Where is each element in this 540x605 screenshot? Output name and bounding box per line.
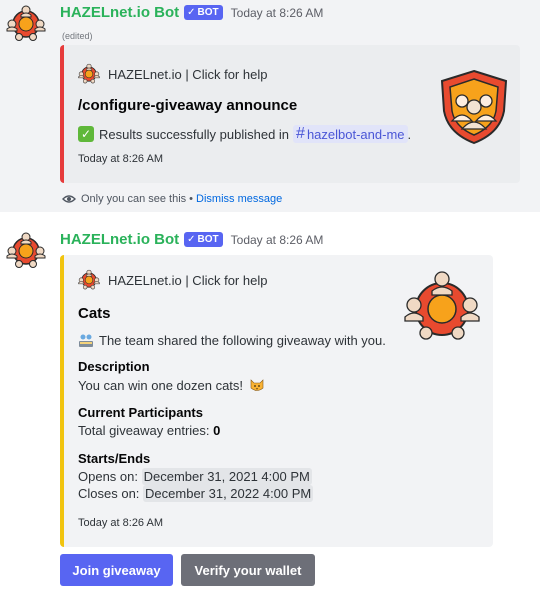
author-icon [78, 269, 100, 291]
opens-date[interactable]: December 31, 2021 4:00 PM [141, 468, 312, 485]
field-value-text: Total giveaway entries: [78, 423, 210, 438]
channel-mention[interactable]: # hazelbot-and-me [293, 125, 408, 143]
channel-mention-label: hazelbot-and-me [306, 126, 405, 142]
embed-description: The team shared the following giveaway w… [78, 332, 386, 348]
field-starts-ends: Starts/Ends Opens on: December 31, 2021 … [78, 451, 314, 502]
field-name: Description [78, 359, 150, 374]
field-name: Starts/Ends [78, 451, 151, 466]
message-header: HAZELnet.io Bot ✓ BOT Today at 8:26 AM [60, 4, 323, 21]
eye-icon [62, 195, 76, 203]
embed-author-name: HAZELnet.io | Click for help [108, 66, 268, 82]
bot-avatar[interactable] [6, 231, 46, 271]
closes-date[interactable]: December 31, 2022 4:00 PM [143, 485, 314, 502]
closes-row: Closes on: December 31, 2022 4:00 PM [78, 485, 314, 502]
message-configure-announce: HAZELnet.io Bot ✓ BOT Today at 8:26 AM (e… [0, 0, 540, 212]
message-timestamp: Today at 8:26 AM [230, 232, 324, 247]
shield-people-icon [440, 69, 508, 145]
embed-footer-timestamp: Today at 8:26 AM [78, 517, 163, 529]
message-timestamp: Today at 8:26 AM [230, 5, 324, 20]
opens-label: Opens on: [78, 469, 138, 484]
dismiss-message-link[interactable]: Dismiss message [196, 193, 282, 205]
ephemeral-text: Only you can see this [81, 193, 187, 205]
field-description: Description You can win one dozen cats! [78, 359, 265, 393]
description-text: The team shared the following giveaway w… [99, 332, 386, 348]
bot-username[interactable]: HAZELnet.io Bot [60, 231, 179, 248]
embed-title: /configure-giveaway announce [78, 97, 298, 114]
embed-configure-announce: HAZELnet.io | Click for help /configure-… [60, 45, 520, 183]
message-header: HAZELnet.io Bot ✓ BOT Today at 8:26 AM [60, 231, 323, 248]
action-buttons: Join giveaway Verify your wallet [60, 554, 323, 586]
bot-avatar[interactable] [6, 4, 46, 44]
embed-description: ✓ Results successfully published in # haz… [78, 125, 411, 143]
bot-badge-label: BOT [197, 7, 219, 18]
community-circle-icon [404, 271, 480, 340]
embed-title: Cats [78, 305, 111, 322]
join-giveaway-button[interactable]: Join giveaway [60, 554, 173, 586]
embed-author[interactable]: HAZELnet.io | Click for help [78, 269, 267, 291]
description-suffix: . [407, 126, 412, 142]
ephemeral-notice: Only you can see this • Dismiss message [62, 193, 282, 205]
edited-indicator: (edited) [62, 31, 93, 41]
field-value-text: You can win one dozen cats! [78, 378, 244, 393]
participant-count: 0 [213, 423, 221, 438]
description-text: Results successfully published in [99, 126, 290, 142]
bot-badge: ✓ BOT [184, 232, 223, 247]
bot-username[interactable]: HAZELnet.io Bot [60, 4, 179, 21]
verified-check-icon: ✓ [187, 234, 196, 245]
closes-label: Closes on: [78, 486, 140, 501]
field-participants: Current Participants Total giveaway entr… [78, 405, 220, 438]
channel-hash-icon: # [296, 125, 305, 142]
field-value: Total giveaway entries: 0 [78, 423, 220, 438]
opens-row: Opens on: December 31, 2021 4:00 PM [78, 468, 313, 485]
verify-wallet-button[interactable]: Verify your wallet [181, 554, 315, 586]
ephemeral-separator: • [189, 193, 194, 205]
cat-emoji [250, 379, 263, 391]
field-value: You can win one dozen cats! [78, 377, 265, 393]
bot-badge-label: BOT [197, 234, 219, 245]
embed-author-name: HAZELnet.io | Click for help [108, 272, 268, 288]
embed-giveaway: HAZELnet.io | Click for help Cats The te… [60, 255, 493, 547]
embed-author[interactable]: HAZELnet.io | Click for help [78, 63, 267, 85]
message-giveaway: HAZELnet.io Bot ✓ BOT Today at 8:26 AM HA… [0, 212, 540, 605]
bot-badge: ✓ BOT [184, 5, 223, 20]
author-icon [78, 63, 100, 85]
field-name: Current Participants [78, 405, 203, 420]
check-emoji: ✓ [78, 126, 94, 142]
team-emoji [79, 334, 93, 347]
embed-footer-timestamp: Today at 8:26 AM [78, 153, 163, 165]
verified-check-icon: ✓ [187, 7, 196, 18]
